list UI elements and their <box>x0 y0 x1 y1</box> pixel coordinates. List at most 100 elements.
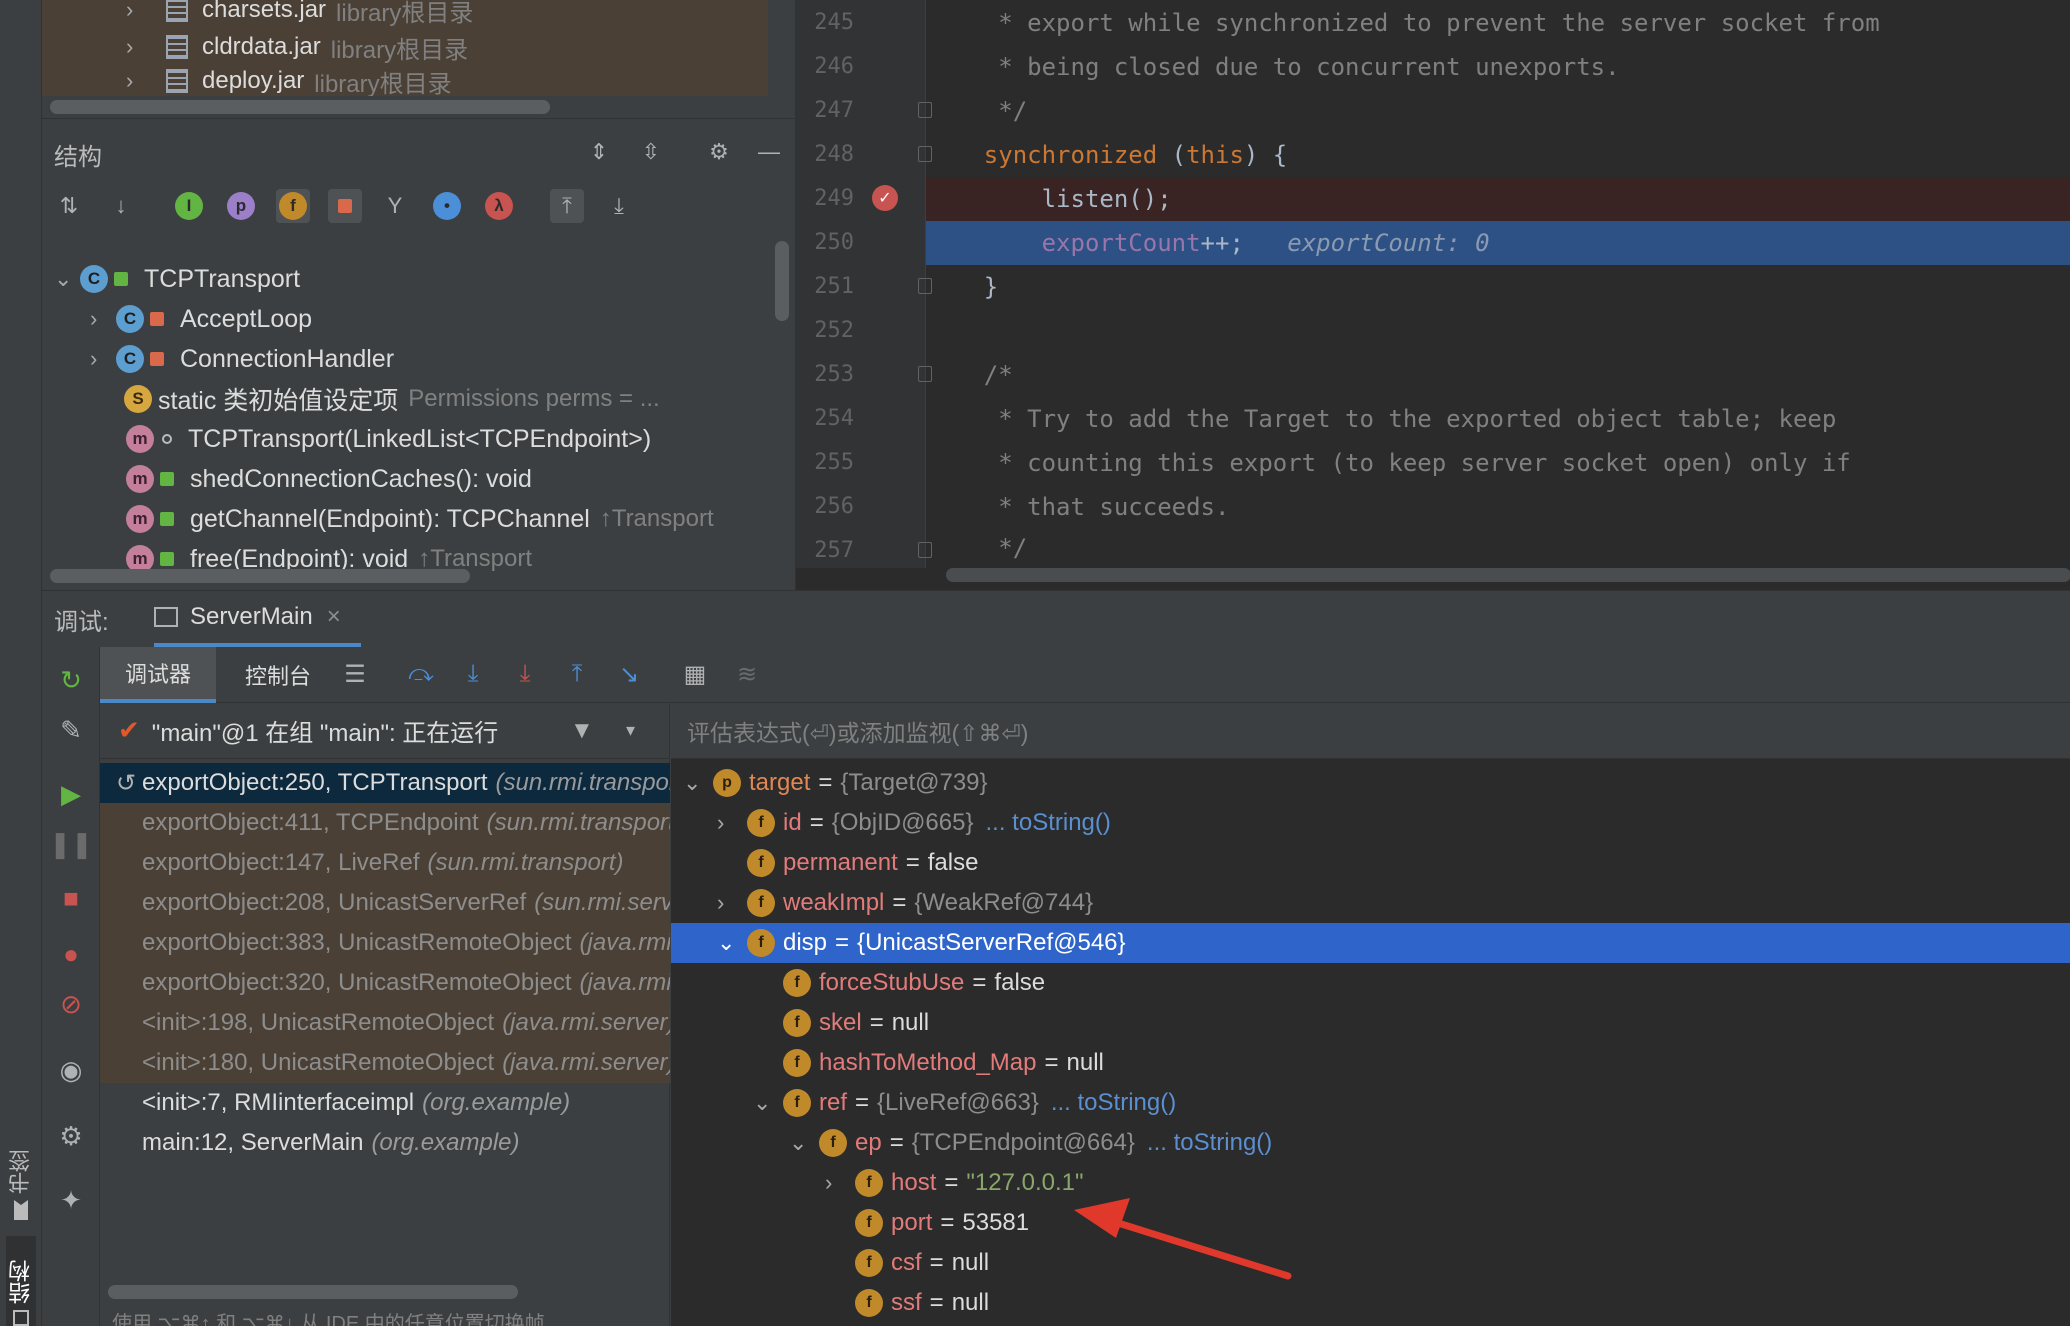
breakpoint-icon[interactable]: ✓ <box>872 185 898 211</box>
code-line[interactable]: synchronized (this) { <box>926 133 2070 177</box>
evaluate-expression-input[interactable]: 评估表达式(⏎)或添加监视(⇧⌘⏎) <box>671 703 2070 759</box>
show-fields-icon[interactable]: f <box>276 189 310 223</box>
chevron-down-icon[interactable]: ⌄ <box>753 1090 783 1116</box>
vertical-scrollbar[interactable] <box>775 241 789 321</box>
stack-frame[interactable]: <init>:7, RMIinterfaceimpl (org.example) <box>100 1083 670 1123</box>
stack-frame[interactable]: exportObject:208, UnicastServerRef (sun.r… <box>100 883 670 923</box>
camera-icon[interactable]: ◉ <box>54 1053 88 1087</box>
chevron-down-icon[interactable]: ⌄ <box>789 1130 819 1156</box>
horizontal-scrollbar[interactable] <box>50 100 550 114</box>
resume-icon[interactable]: ▶ <box>54 777 88 811</box>
tree-row-deploy[interactable]: › deploy.jar library根目录 <box>42 66 768 96</box>
pause-icon[interactable]: ❚❚ <box>49 827 93 861</box>
horizontal-scrollbar[interactable] <box>50 569 470 583</box>
variable-row-ref[interactable]: ⌄ f ref = {LiveRef@663} ... toString() <box>671 1083 2070 1123</box>
collapse-all-icon[interactable]: ⇳ <box>634 135 668 169</box>
evaluate-expression-icon[interactable]: ▦ <box>678 657 712 691</box>
editor-horizontal-scrollbar[interactable] <box>946 568 2070 582</box>
variable-row-hashtomethod-map[interactable]: f hashToMethod_Map = null <box>671 1043 2070 1083</box>
tree-node-static-init[interactable]: S static 类初始值设定项 Permissions perms = ... <box>124 379 660 419</box>
chevron-down-icon[interactable]: ▾ <box>626 720 635 741</box>
wrench-icon[interactable]: ✎ <box>54 713 88 747</box>
variable-row-csf[interactable]: f csf = null <box>671 1243 2070 1283</box>
autoscroll-from-source-icon[interactable]: ⤓ <box>602 189 636 223</box>
tree-node-acceptloop[interactable]: › C AcceptLoop <box>90 299 312 339</box>
close-icon[interactable]: × <box>327 603 341 631</box>
thread-selector[interactable]: ✔ "main"@1 在组 "main": 正在运行 ▼ ▾ <box>100 703 670 759</box>
tostring-link[interactable]: ... toString() <box>1051 1089 1176 1117</box>
expand-all-icon[interactable]: ⇕ <box>582 135 616 169</box>
chevron-right-icon[interactable]: › <box>126 0 166 23</box>
tree-node-constructor[interactable]: m TCPTransport(LinkedList<TCPEndpoint>) <box>126 419 651 459</box>
fold-marker-icon[interactable] <box>918 278 932 294</box>
show-inherited-icon[interactable]: I <box>172 189 206 223</box>
variable-row-skel[interactable]: f skel = null <box>671 1003 2070 1043</box>
run-to-cursor-icon[interactable]: ↘ <box>612 657 646 691</box>
structure-tool-button[interactable]: 结构 <box>6 1236 36 1326</box>
stack-frame[interactable]: exportObject:383, UnicastRemoteObject (ja… <box>100 923 670 963</box>
breakpoint-line[interactable]: listen(); <box>926 177 2070 221</box>
stack-frame[interactable]: exportObject:411, TCPEndpoint (sun.rmi.tr… <box>100 803 670 843</box>
stack-frame[interactable]: <init>:180, UnicastRemoteObject (java.rmi… <box>100 1043 670 1083</box>
code-line[interactable]: * being closed due to concurrent unexpor… <box>926 45 2070 89</box>
menu-icon[interactable]: ☰ <box>338 657 372 691</box>
variable-row-target[interactable]: ⌄ p target = {Target@739} <box>671 763 2070 803</box>
fold-marker-icon[interactable] <box>918 542 932 558</box>
chevron-right-icon[interactable]: › <box>717 890 747 916</box>
fold-marker-icon[interactable] <box>918 366 932 382</box>
code-line[interactable]: } <box>926 265 2070 309</box>
chevron-right-icon[interactable]: › <box>717 810 747 836</box>
code-line[interactable]: * counting this export (to keep server s… <box>926 441 2070 485</box>
code-line[interactable]: * Try to add the Target to the exported … <box>926 397 2070 441</box>
chevron-down-icon[interactable]: ⌄ <box>54 266 80 292</box>
show-properties-icon[interactable]: p <box>224 189 258 223</box>
code-line[interactable]: */ <box>926 529 2070 567</box>
fold-marker-icon[interactable] <box>918 146 932 162</box>
chevron-down-icon[interactable]: ⌄ <box>683 770 713 796</box>
mute-breakpoints-icon[interactable]: ⊘ <box>54 987 88 1021</box>
code-line[interactable]: */ <box>926 89 2070 133</box>
step-into-icon[interactable]: ⤓ <box>456 657 490 691</box>
tab-debugger[interactable]: 调试器 <box>100 647 216 703</box>
variable-row-permanent[interactable]: f permanent = false <box>671 843 2070 883</box>
tab-console[interactable]: 控制台 <box>228 647 328 703</box>
stack-frame[interactable]: main:12, ServerMain (org.example) <box>100 1123 670 1163</box>
fold-marker-icon[interactable] <box>918 102 932 118</box>
tostring-link[interactable]: ... toString() <box>1147 1129 1272 1157</box>
bookmarks-tool-button[interactable]: 书签 <box>6 1130 36 1220</box>
chevron-right-icon[interactable]: › <box>90 306 116 332</box>
show-lambdas-icon[interactable]: • <box>430 189 464 223</box>
variable-row-weakimpl[interactable]: › f weakImpl = {WeakRef@744} <box>671 883 2070 923</box>
sort-alphabetically-icon[interactable]: ↓ <box>104 189 138 223</box>
chevron-right-icon[interactable]: › <box>90 346 116 372</box>
force-step-into-icon[interactable]: ⤓ <box>508 657 542 691</box>
stack-frame[interactable]: exportObject:147, LiveRef (sun.rmi.transp… <box>100 843 670 883</box>
code-line[interactable] <box>926 309 2070 353</box>
autoscroll-to-source-icon[interactable]: ⤒ <box>550 189 584 223</box>
variable-row-host[interactable]: › f host = "127.0.0.1" <box>671 1163 2070 1203</box>
session-tab-servermain[interactable]: ServerMain × <box>154 591 361 647</box>
code-line[interactable]: * export while synchronized to prevent t… <box>926 1 2070 45</box>
rerun-icon[interactable]: ↻ <box>54 663 88 697</box>
stop-icon[interactable]: ■ <box>54 881 88 915</box>
tree-row-charsets[interactable]: › charsets.jar library根目录 <box>42 0 768 30</box>
tree-node-tcptransport[interactable]: ⌄ C TCPTransport <box>54 259 300 299</box>
show-lambda-icon[interactable]: λ <box>482 189 516 223</box>
chevron-right-icon[interactable]: › <box>126 34 166 60</box>
filter-icon[interactable]: ▼ <box>570 717 594 745</box>
variable-row-disp-selected[interactable]: ⌄ f disp = {UnicastServerRef@546} <box>671 923 2070 963</box>
tostring-link[interactable]: ... toString() <box>986 809 1111 837</box>
variable-row-ep[interactable]: ⌄ f ep = {TCPEndpoint@664} ... toString() <box>671 1123 2070 1163</box>
step-out-icon[interactable]: ⤒ <box>560 657 594 691</box>
variable-row-ssf[interactable]: f ssf = null <box>671 1283 2070 1323</box>
frames-horizontal-scrollbar[interactable] <box>108 1285 518 1299</box>
pin-icon[interactable]: ✦ <box>54 1183 88 1217</box>
stack-frame-current[interactable]: ↺ exportObject:250, TCPTransport (sun.rmi.… <box>100 763 670 803</box>
show-non-public-icon[interactable] <box>328 189 362 223</box>
variable-row-forcestubuse[interactable]: f forceStubUse = false <box>671 963 2070 1003</box>
tree-node-shedconnectioncaches[interactable]: m shedConnectionCaches(): void <box>126 459 532 499</box>
code-editor[interactable]: * export while synchronized to prevent t… <box>795 0 2070 590</box>
chevron-right-icon[interactable]: › <box>825 1170 855 1196</box>
minimize-icon[interactable]: — <box>752 135 786 169</box>
stack-frame[interactable]: <init>:198, UnicastRemoteObject (java.rmi… <box>100 1003 670 1043</box>
